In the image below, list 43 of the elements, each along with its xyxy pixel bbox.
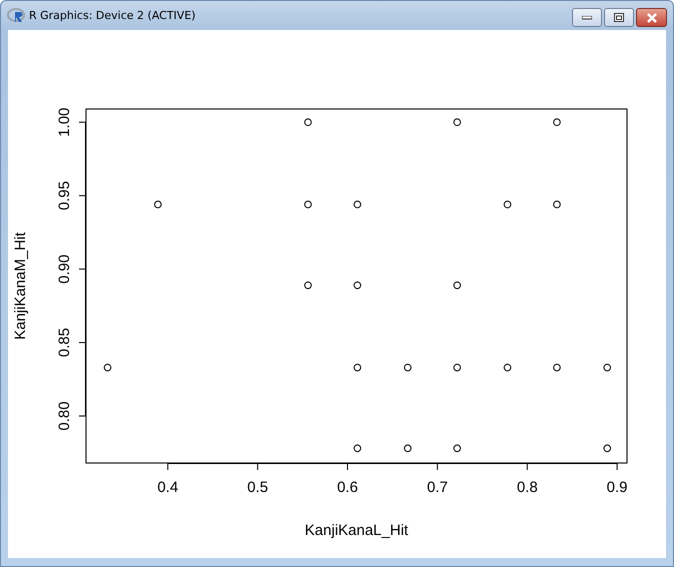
- maximize-button[interactable]: [604, 8, 634, 27]
- data-point: [154, 200, 162, 208]
- data-point: [404, 364, 412, 372]
- data-point: [304, 281, 312, 290]
- data-point: [504, 364, 512, 372]
- data-point: [453, 364, 461, 372]
- data-point: [104, 364, 112, 372]
- data-point: [404, 444, 412, 452]
- x-tick-label: 0.8: [516, 479, 538, 496]
- data-point: [354, 444, 362, 452]
- data-point: [354, 281, 362, 290]
- x-axis-label: KanjiKanaL_Hit: [304, 522, 408, 539]
- data-point: [354, 200, 362, 208]
- y-tick-label: 0.80: [56, 401, 73, 431]
- x-tick-label: 0.6: [337, 479, 358, 496]
- data-point: [453, 118, 461, 126]
- minimize-button[interactable]: [572, 8, 602, 27]
- data-point: [504, 200, 512, 208]
- data-point: [603, 444, 612, 452]
- x-tick-label: 0.4: [157, 479, 178, 496]
- close-button[interactable]: [636, 8, 667, 27]
- y-tick-label: 0.90: [56, 254, 73, 284]
- data-point: [453, 444, 461, 452]
- data-point: [453, 281, 461, 290]
- data-point: [553, 200, 561, 208]
- data-point: [553, 118, 561, 126]
- app-icon: [7, 8, 25, 24]
- close-icon: [646, 12, 658, 22]
- window-title: R Graphics: Device 2 (ACTIVE): [29, 9, 197, 22]
- x-tick-label: 0.7: [426, 479, 448, 496]
- y-tick-label: 0.95: [56, 181, 73, 210]
- x-tick-label: 0.5: [247, 479, 268, 496]
- data-point: [304, 200, 312, 208]
- y-tick-label: 1.00: [56, 108, 73, 137]
- data-point: [553, 364, 561, 372]
- y-tick-label: 0.85: [56, 328, 73, 358]
- y-axis-label: KanjiKanaM_Hit: [12, 232, 29, 340]
- data-point: [304, 118, 312, 126]
- data-point: [603, 364, 612, 372]
- x-tick-label: 0.9: [606, 479, 628, 496]
- minimize-icon: [582, 16, 592, 20]
- maximize-icon: [614, 13, 624, 22]
- data-point: [354, 364, 362, 372]
